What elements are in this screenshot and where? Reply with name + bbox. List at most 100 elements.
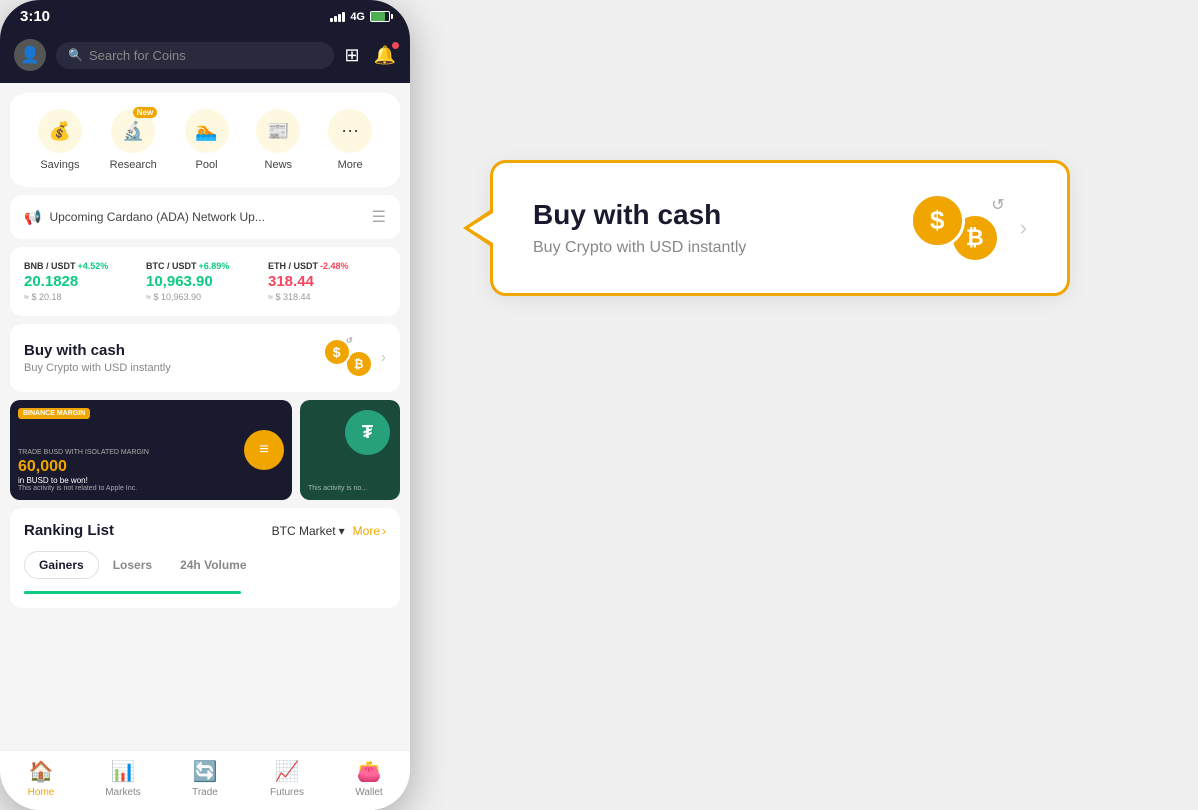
ticker-section: BNB / USDT +4.52% 20.1828 ≈ $ 20.18 BTC … <box>10 247 400 316</box>
promo-amount: 60,000 <box>18 458 284 476</box>
coin-icons: $ ↺ ₿ <box>323 338 373 378</box>
search-bar[interactable]: 🔍 Search for Coins <box>56 42 334 69</box>
promo-section: BINANCE MARGIN ≡ TRADE BUSD WITH ISOLATE… <box>10 400 400 500</box>
scan-icon[interactable]: ⊞ <box>344 45 359 66</box>
research-icon: 🔬 <box>122 121 144 142</box>
promo-disclaimer-2: This activity is no... <box>308 485 392 492</box>
nav-home[interactable]: 🏠 Home <box>16 759 66 798</box>
btc-usd: ≈ $ 10,963.90 <box>146 292 264 302</box>
ranking-title: Ranking List <box>24 522 114 539</box>
tab-losers[interactable]: Losers <box>99 551 166 579</box>
trade-icon: 🔄 <box>193 759 218 784</box>
status-right: 4G <box>330 11 390 23</box>
bnb-price: 20.1828 <box>24 273 142 290</box>
nav-trade[interactable]: 🔄 Trade <box>180 759 230 798</box>
callout-card[interactable]: Buy with cash Buy Crypto with USD instan… <box>490 160 1070 296</box>
avatar[interactable]: 👤 <box>14 39 46 71</box>
ranking-controls: BTC Market ▾ More › <box>272 524 386 538</box>
ticker-btc[interactable]: BTC / USDT +6.89% 10,963.90 ≈ $ 10,963.9… <box>146 261 264 302</box>
battery-icon <box>370 11 390 22</box>
bnb-change: +4.52% <box>78 261 109 271</box>
callout-right: $ ₿ ↺ › <box>910 193 1027 263</box>
news-icon: 📰 <box>267 121 289 142</box>
eth-price: 318.44 <box>268 273 386 290</box>
promo-banner-2[interactable]: ₮ This activity is no... <box>300 400 400 500</box>
network-label: 4G <box>350 11 365 23</box>
eth-pair: ETH / USDT <box>268 261 318 271</box>
promo-coin-tether: ₮ <box>345 410 390 455</box>
action-savings[interactable]: 💰 Savings <box>38 109 82 171</box>
buy-cash-left: Buy with cash Buy Crypto with USD instan… <box>24 342 171 374</box>
savings-label: Savings <box>40 159 79 171</box>
more-label: More <box>338 159 363 171</box>
callout-refresh-icon: ↺ <box>991 195 1004 215</box>
nav-home-label: Home <box>28 787 55 798</box>
callout-dollar-coin: $ <box>910 193 965 248</box>
signal-bars <box>330 12 345 22</box>
action-more[interactable]: ⋯ More <box>328 109 372 171</box>
pool-icon-wrap: 🏊 <box>185 109 229 153</box>
more-dots-icon: ⋯ <box>341 121 359 142</box>
phone-frame: 3:10 4G 👤 🔍 Search for Coins <box>0 0 410 810</box>
callout-coins: $ ₿ ↺ <box>910 193 1000 263</box>
announcement-text: Upcoming Cardano (ADA) Network Up... <box>49 210 363 224</box>
markets-icon: 📊 <box>111 759 136 784</box>
action-news[interactable]: 📰 News <box>256 109 300 171</box>
news-icon-wrap: 📰 <box>256 109 300 153</box>
status-bar: 3:10 4G <box>0 0 410 31</box>
home-icon: 🏠 <box>29 759 54 784</box>
nav-wallet-label: Wallet <box>355 787 382 798</box>
top-nav-icons: ⊞ 🔔 <box>344 45 396 66</box>
nav-futures[interactable]: 📈 Futures <box>262 759 312 798</box>
announcement-banner[interactable]: 📢 Upcoming Cardano (ADA) Network Up... ☰ <box>10 195 400 239</box>
callout-subtitle: Buy Crypto with USD instantly <box>533 239 746 257</box>
nav-trade-label: Trade <box>192 787 218 798</box>
ranking-section: Ranking List BTC Market ▾ More › Gainers <box>10 508 400 608</box>
bell-icon[interactable]: 🔔 <box>374 45 396 66</box>
main-content: 💰 Savings 🔬 New Research 🏊 <box>0 83 410 810</box>
quick-actions: 💰 Savings 🔬 New Research 🏊 <box>24 109 386 171</box>
savings-icon-wrap: 💰 <box>38 109 82 153</box>
callout-chevron-icon: › <box>1020 215 1027 241</box>
action-pool[interactable]: 🏊 Pool <box>185 109 229 171</box>
futures-icon: 📈 <box>275 759 300 784</box>
signal-bar-2 <box>334 16 337 22</box>
market-dropdown-icon: ▾ <box>339 524 345 538</box>
buy-cash-subtitle: Buy Crypto with USD instantly <box>24 362 171 374</box>
buy-cash-title: Buy with cash <box>24 342 171 359</box>
promo-label-1: BINANCE MARGIN <box>18 408 90 419</box>
research-label: Research <box>110 159 157 171</box>
tab-24h-volume[interactable]: 24h Volume <box>166 551 260 579</box>
market-selector[interactable]: BTC Market ▾ <box>272 524 345 538</box>
callout-title: Buy with cash <box>533 199 746 231</box>
ticker-bnb[interactable]: BNB / USDT +4.52% 20.1828 ≈ $ 20.18 <box>24 261 142 302</box>
news-label: News <box>265 159 293 171</box>
right-section: Buy with cash Buy Crypto with USD instan… <box>410 0 1198 296</box>
action-research[interactable]: 🔬 New Research <box>110 109 157 171</box>
nav-markets-label: Markets <box>105 787 141 798</box>
promo-banner-1[interactable]: BINANCE MARGIN ≡ TRADE BUSD WITH ISOLATE… <box>10 400 292 500</box>
nav-markets[interactable]: 📊 Markets <box>98 759 148 798</box>
pool-label: Pool <box>196 159 218 171</box>
new-badge: New <box>133 107 157 118</box>
chevron-right-icon: › <box>381 349 386 367</box>
more-link[interactable]: More › <box>353 524 386 538</box>
market-label: BTC Market <box>272 524 336 538</box>
bnb-pair: BNB / USDT <box>24 261 76 271</box>
promo-banner2-bottom: This activity is no... <box>308 485 392 492</box>
top-nav: 👤 🔍 Search for Coins ⊞ 🔔 <box>0 31 410 83</box>
more-chevron-icon: › <box>382 524 386 538</box>
promo-disclaimer-1: This activity is not related to Apple In… <box>18 485 284 492</box>
pool-icon: 🏊 <box>195 121 217 142</box>
buy-cash-card[interactable]: Buy with cash Buy Crypto with USD instan… <box>10 324 400 392</box>
dollar-coin: $ ↺ <box>323 338 351 366</box>
tab-gainers[interactable]: Gainers <box>24 551 99 579</box>
signal-bar-3 <box>338 14 341 22</box>
phone-screen: 3:10 4G 👤 🔍 Search for Coins <box>0 0 410 810</box>
nav-wallet[interactable]: 👛 Wallet <box>344 759 394 798</box>
more-link-label: More <box>353 524 380 538</box>
signal-bar-1 <box>330 18 333 22</box>
btc-pair: BTC / USDT <box>146 261 197 271</box>
status-time: 3:10 <box>20 8 50 25</box>
ticker-eth[interactable]: ETH / USDT -2.48% 318.44 ≈ $ 318.44 <box>268 261 386 302</box>
